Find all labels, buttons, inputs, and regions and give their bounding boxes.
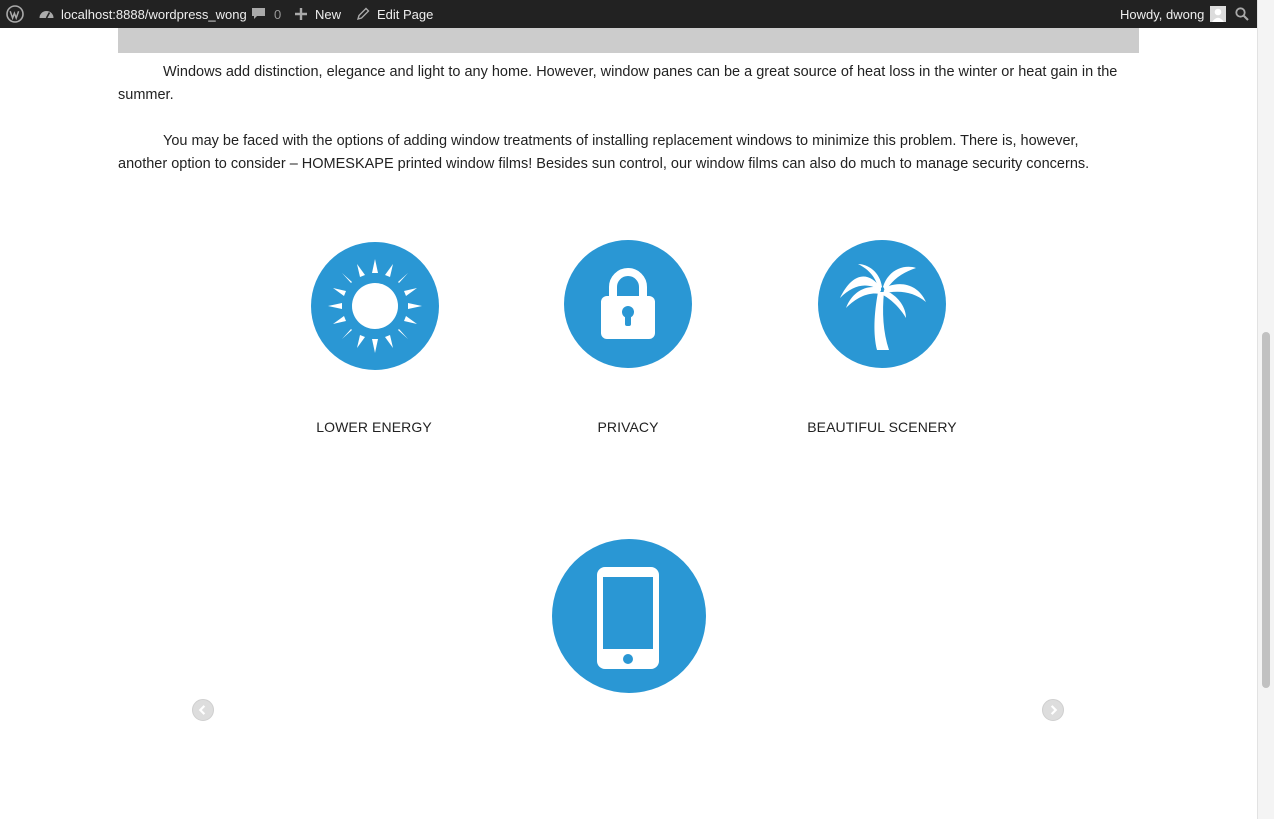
header-banner	[118, 28, 1139, 53]
dashboard-icon	[39, 11, 54, 19]
options-paragraph: You may be faced with the options of add…	[118, 133, 1090, 172]
new-label: New	[315, 6, 342, 22]
pencil-icon	[356, 7, 370, 21]
edit-page-link[interactable]: Edit Page	[356, 0, 433, 28]
site-name-link[interactable]: localhost:8888/wordpress_wong	[38, 0, 247, 28]
scrollbar-thumb[interactable]	[1262, 332, 1270, 688]
intro-paragraph: Windows add distinction, elegance and li…	[118, 64, 1118, 103]
sun-icon	[328, 259, 422, 353]
feature-smartphone-circle	[552, 539, 706, 693]
feature-label-beautiful-scenery: BEAUTIFUL SCENERY	[807, 419, 957, 435]
chevron-left-icon	[198, 705, 206, 715]
edit-page-label: Edit Page	[377, 6, 434, 22]
vertical-scrollbar[interactable]	[1257, 0, 1274, 819]
wordpress-logo-button[interactable]	[6, 0, 24, 28]
feature-scenery-circle	[818, 240, 946, 368]
feature-lower-energy-circle	[311, 242, 439, 370]
smartphone-icon	[597, 567, 659, 669]
plus-icon	[295, 8, 307, 20]
lock-icon	[601, 268, 655, 339]
comments-link[interactable]: 0	[251, 0, 281, 28]
greeting: Howdy, dwong	[1120, 6, 1205, 22]
feature-label-lower-energy: LOWER ENERGY	[316, 419, 432, 435]
carousel-next-button[interactable]	[1042, 699, 1064, 721]
search-button[interactable]	[1235, 0, 1249, 28]
avatar	[1210, 6, 1227, 22]
comments-count: 0	[274, 6, 282, 22]
wordpress-logo-icon	[6, 5, 24, 23]
search-icon	[1235, 7, 1249, 21]
feature-privacy-circle	[564, 240, 692, 368]
feature-label-privacy: PRIVACY	[597, 419, 659, 435]
comment-bubble-icon	[252, 8, 265, 19]
my-account-link[interactable]: Howdy, dwong	[1120, 0, 1227, 28]
admin-bar: localhost:8888/wordpress_wong 0 New Edit…	[0, 0, 1257, 28]
new-content-link[interactable]: New	[295, 0, 341, 28]
avatar-silhouette-icon	[1212, 8, 1225, 22]
site-url: localhost:8888/wordpress_wong	[61, 6, 247, 22]
chevron-right-icon	[1050, 705, 1058, 715]
carousel-prev-button[interactable]	[192, 699, 214, 721]
palm-tree-icon	[840, 264, 926, 350]
